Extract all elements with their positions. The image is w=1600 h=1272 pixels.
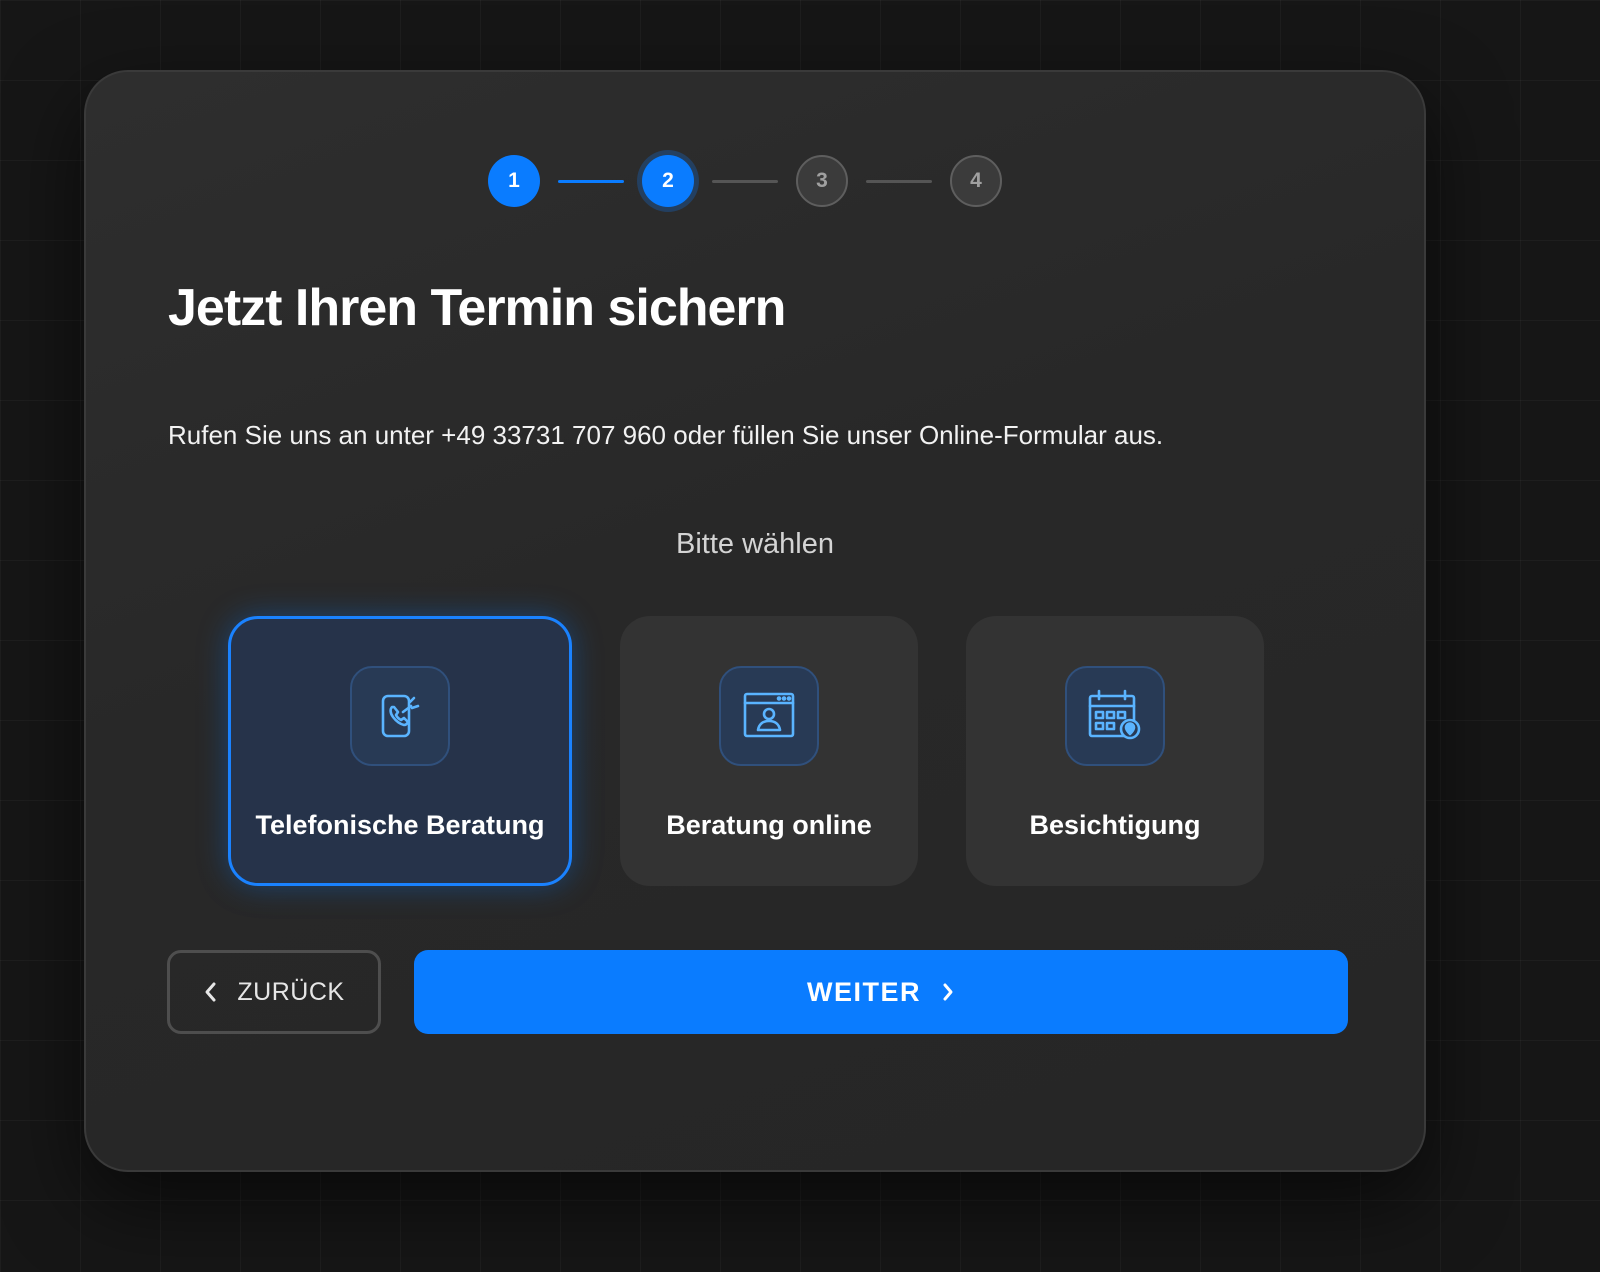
step-2[interactable]: 2 — [642, 155, 694, 207]
appointment-card: 1 2 3 4 Jetzt Ihren Termin sichern Rufen… — [84, 70, 1426, 1172]
back-button-label: ZURÜCK — [237, 977, 345, 1006]
option-phone-consultation[interactable]: Telefonische Beratung — [228, 616, 572, 886]
video-call-icon — [719, 666, 819, 766]
step-connector — [558, 179, 624, 183]
progress-stepper: 1 2 3 4 — [488, 154, 1002, 208]
option-online-consultation[interactable]: Beratung online — [620, 616, 918, 886]
option-label: Beratung online — [666, 810, 872, 840]
step-connector — [866, 179, 932, 183]
step-3[interactable]: 3 — [796, 155, 848, 207]
chevron-right-icon — [941, 981, 955, 1003]
next-button[interactable]: WEITER — [414, 950, 1348, 1034]
calendar-location-icon — [1065, 666, 1165, 766]
option-viewing[interactable]: Besichtigung — [966, 616, 1264, 886]
option-label: Besichtigung — [1029, 810, 1201, 840]
phone-icon — [350, 666, 450, 766]
selection-prompt: Bitte wählen — [676, 528, 834, 560]
step-connector — [712, 179, 778, 183]
next-button-label: WEITER — [807, 976, 921, 1007]
option-label: Telefonische Beratung — [255, 810, 545, 840]
back-button[interactable]: ZURÜCK — [167, 950, 381, 1034]
step-1[interactable]: 1 — [488, 155, 540, 207]
chevron-left-icon — [203, 981, 219, 1003]
step-4[interactable]: 4 — [950, 155, 1002, 207]
contact-description: Rufen Sie uns an unter +49 33731 707 960… — [168, 420, 1164, 450]
page-title: Jetzt Ihren Termin sichern — [168, 279, 786, 337]
